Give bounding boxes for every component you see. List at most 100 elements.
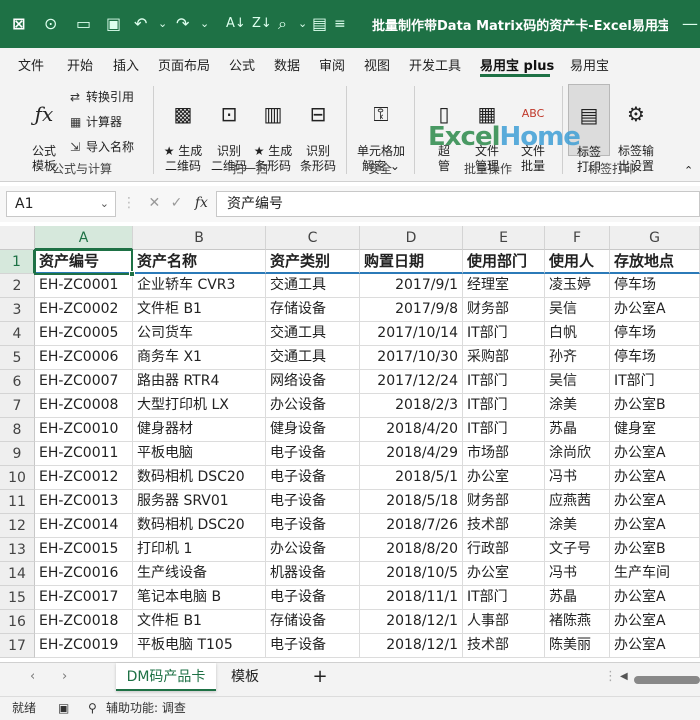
table-cell[interactable]: 财务部 [463,490,545,514]
formula-input[interactable]: 资产编号 [216,191,700,217]
table-cell[interactable]: IT部门 [463,586,545,610]
table-cell[interactable]: 2017/10/30 [360,346,463,370]
table-cell[interactable]: 生产线设备 [133,562,266,586]
table-cell[interactable]: 办公设备 [266,394,360,418]
column-header-col-g[interactable]: G [610,226,700,250]
table-cell[interactable]: 商务车 X1 [133,346,266,370]
table-cell[interactable]: EH-ZC0006 [35,346,133,370]
table-cell[interactable]: 平板电脑 [133,442,266,466]
autosave-toggle-icon[interactable]: ⊙ [44,12,57,36]
table-cell[interactable]: 2018/12/1 [360,634,463,658]
collapse-ribbon-icon[interactable]: ⌃ [684,164,693,177]
table-cell[interactable]: IT部门 [463,394,545,418]
table-cell[interactable]: 苏晶 [545,418,610,442]
table-cell[interactable]: 孙齐 [545,346,610,370]
table-cell[interactable]: 健身设备 [266,418,360,442]
table-cell[interactable]: IT部门 [463,322,545,346]
table-cell[interactable]: 办公室A [610,442,700,466]
header-cell[interactable]: 使用人 [545,250,610,274]
table-cell[interactable]: 2018/12/1 [360,610,463,634]
table-cell[interactable]: 办公室 [463,562,545,586]
open-folder-icon[interactable]: ▭ [76,12,91,36]
table-cell[interactable]: EH-ZC0016 [35,562,133,586]
column-header-col-d[interactable]: D [360,226,463,250]
table-cell[interactable]: 2017/10/14 [360,322,463,346]
calculator-button[interactable]: ▦ 计算器 [70,113,122,130]
table-cell[interactable]: 行政部 [463,538,545,562]
table-cell[interactable]: EH-ZC0011 [35,442,133,466]
table-cell[interactable]: 应燕茜 [545,490,610,514]
row-header[interactable]: 4 [0,322,35,346]
table-cell[interactable]: EH-ZC0013 [35,490,133,514]
table-cell[interactable]: 经理室 [463,274,545,298]
table-cell[interactable]: EH-ZC0005 [35,322,133,346]
sort-az-icon[interactable]: A↓ [226,12,246,36]
table-cell[interactable]: 凌玉婷 [545,274,610,298]
table-cell[interactable]: 2018/5/1 [360,466,463,490]
table-cell[interactable]: 办公设备 [266,538,360,562]
table-cell[interactable]: IT部门 [463,418,545,442]
table-cell[interactable]: EH-ZC0001 [35,274,133,298]
row-header[interactable]: 3 [0,298,35,322]
row-header[interactable]: 2 [0,274,35,298]
table-cell[interactable]: 停车场 [610,322,700,346]
table-cell[interactable]: 2018/4/20 [360,418,463,442]
search-dropdown-icon[interactable]: ⌄ [298,12,307,36]
header-cell[interactable]: 资产类别 [266,250,360,274]
sheet-tab-dm[interactable]: DM码产品卡 [116,663,216,691]
table-cell[interactable]: 吴信 [545,298,610,322]
table-cell[interactable]: EH-ZC0015 [35,538,133,562]
table-cell[interactable]: 电子设备 [266,634,360,658]
table-cell[interactable]: 苏晶 [545,586,610,610]
table-cell[interactable]: 办公室A [610,610,700,634]
table-cell[interactable]: 电子设备 [266,466,360,490]
table-cell[interactable]: EH-ZC0012 [35,466,133,490]
table-cell[interactable]: 笔记本电脑 B [133,586,266,610]
table-cell[interactable]: 机器设备 [266,562,360,586]
table-cell[interactable]: IT部门 [463,370,545,394]
column-header-col-a[interactable]: A [35,226,133,250]
add-sheet-button[interactable]: + [306,663,334,691]
row-header[interactable]: 15 [0,586,35,610]
table-cell[interactable]: EH-ZC0017 [35,586,133,610]
header-cell[interactable]: 资产编号 [35,250,133,274]
sheet-tab-template[interactable]: 模板 [220,663,270,691]
table-cell[interactable]: 陈美丽 [545,634,610,658]
table-cell[interactable]: 2018/4/29 [360,442,463,466]
table-cell[interactable]: 2017/9/8 [360,298,463,322]
table-cell[interactable]: 网络设备 [266,370,360,394]
table-cell[interactable]: 2018/11/1 [360,586,463,610]
table-cell[interactable]: 公司货车 [133,322,266,346]
tab-yiyongbao[interactable]: 易用宝 [570,55,609,74]
table-cell[interactable]: 2018/2/3 [360,394,463,418]
column-header-col-c[interactable]: C [266,226,360,250]
table-cell[interactable]: 办公室A [610,490,700,514]
table-cell[interactable]: 电子设备 [266,442,360,466]
convert-ref-button[interactable]: ⇄ 转换引用 [70,88,134,105]
scroll-left-icon[interactable]: ◀ [620,671,628,682]
row-header[interactable]: 8 [0,418,35,442]
tab-review[interactable]: 审阅 [319,55,345,74]
table-cell[interactable]: 涂美 [545,394,610,418]
tab-home[interactable]: 开始 [67,55,93,74]
column-header-col-f[interactable]: F [545,226,610,250]
row-header[interactable]: 10 [0,466,35,490]
row-header[interactable]: 9 [0,442,35,466]
table-cell[interactable]: EH-ZC0019 [35,634,133,658]
row-header[interactable]: 7 [0,394,35,418]
accessibility-status[interactable]: 辅助功能: 调查 [106,697,186,720]
table-cell[interactable]: 财务部 [463,298,545,322]
worksheet-grid[interactable]: A B C D E F G 1 2 3 4 5 6 7 8 9 10 11 12 13 14 15 16 17 资产编号 资产名称… [0,226,700,662]
table-cell[interactable]: EH-ZC0014 [35,514,133,538]
tab-data[interactable]: 数据 [274,55,300,74]
table-cell[interactable]: 涂尚欣 [545,442,610,466]
table-cell[interactable]: EH-ZC0007 [35,370,133,394]
table-cell[interactable]: 电子设备 [266,586,360,610]
table-cell[interactable]: 冯书 [545,562,610,586]
import-name-button[interactable]: ⇲ 导入名称 [70,138,134,155]
tab-developer[interactable]: 开发工具 [409,55,461,74]
tab-formulas[interactable]: 公式 [229,55,255,74]
table-cell[interactable]: EH-ZC0008 [35,394,133,418]
table-cell[interactable]: 文件柜 B1 [133,610,266,634]
table-cell[interactable]: IT部门 [610,370,700,394]
